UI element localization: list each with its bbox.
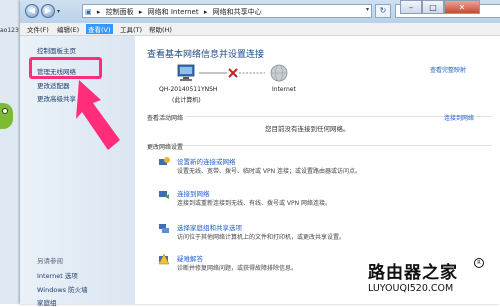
watermark-url: LUYOUQI520.COM bbox=[368, 283, 454, 294]
homegroup-icon bbox=[159, 224, 169, 233]
refresh-icon[interactable]: ↻ bbox=[375, 4, 391, 18]
address-bar[interactable]: ▣ ▸ 控制面板 ▸ 网络和 Internet ▸ 网络和共享中心 ▾ bbox=[82, 4, 372, 18]
computer-icon bbox=[177, 64, 195, 81]
change-settings-title: 更改网络设置 bbox=[147, 144, 184, 151]
address-dropdown-icon[interactable]: ▾ bbox=[366, 6, 369, 13]
registered-mark: R bbox=[474, 258, 484, 268]
task-homegroup-desc: 访问位于其他网络计算机上的文件和打印机，或更改共享设置。 bbox=[177, 234, 346, 241]
breadcrumb-network[interactable]: 网络和 Internet bbox=[148, 8, 199, 16]
sidebar-item-internet-options[interactable]: Internet 选项 bbox=[37, 270, 78, 280]
breadcrumb-sep: ▸ bbox=[96, 8, 101, 16]
watermark-text: 路由器之家 bbox=[368, 263, 458, 283]
forward-icon[interactable]: ▶ bbox=[41, 4, 55, 18]
divider bbox=[147, 116, 492, 117]
computer-name: QH-20140511YNSH bbox=[159, 86, 218, 93]
divider bbox=[147, 145, 492, 146]
computer-sub: (此计算机) bbox=[172, 97, 201, 104]
breadcrumb-sep: ▸ bbox=[203, 8, 208, 16]
control-panel-folder-icon: ▣ bbox=[85, 8, 92, 16]
menu-help[interactable]: 帮助(H) bbox=[149, 24, 172, 34]
menu-view[interactable]: 查看(V) bbox=[86, 24, 113, 34]
task-connect-desc: 连接到或重新连接到无线、有线、拨号或 VPN 网络连接。 bbox=[177, 200, 332, 207]
active-networks-title: 查看活动网络 bbox=[147, 113, 187, 122]
page-title: 查看基本网络信息并设置连接 bbox=[147, 50, 265, 60]
task-new-connection-desc: 设置无线、宽带、拨号、临时或 VPN 连接；或设置路由器或访问点。 bbox=[177, 168, 362, 175]
disconnected-x-icon bbox=[228, 68, 238, 78]
sidebar-see-also: 另请参阅 bbox=[37, 257, 63, 265]
menu-file[interactable]: 文件(F) bbox=[27, 24, 49, 34]
task-troubleshoot-link[interactable]: 疑难解答 bbox=[177, 253, 203, 263]
sidebar-item-control-panel-home[interactable]: 控制面板主页 bbox=[37, 45, 76, 55]
menu-bar: 文件(F) 编辑(E) 查看(V) 工具(T) 帮助(H) bbox=[20, 23, 500, 36]
task-connect-link[interactable]: 连接到网络 bbox=[177, 188, 210, 198]
troubleshoot-icon bbox=[158, 253, 170, 265]
menu-edit[interactable]: 编辑(E) bbox=[57, 24, 79, 34]
highlight-box bbox=[29, 57, 102, 79]
connect-to-network-link[interactable]: 连接到网络 bbox=[444, 113, 474, 122]
menu-tools[interactable]: 工具(T) bbox=[120, 24, 142, 34]
minimize-icon[interactable]: – bbox=[400, 0, 422, 14]
history-dropdown-icon[interactable]: ▾ bbox=[57, 8, 60, 15]
maximize-icon[interactable]: □ bbox=[422, 0, 444, 14]
internet-label: Internet bbox=[272, 86, 296, 93]
new-connection-icon bbox=[159, 157, 170, 165]
breadcrumb-control-panel[interactable]: 控制面板 bbox=[106, 8, 134, 16]
task-troubleshoot-desc: 诊断并修复网络问题，或获得故障排除信息。 bbox=[177, 265, 298, 272]
frog-eye-icon bbox=[2, 108, 8, 114]
task-homegroup-link[interactable]: 选择家庭组和共享选项 bbox=[177, 222, 242, 232]
back-icon[interactable]: ◀ bbox=[25, 4, 39, 18]
desktop-label: ao123 bbox=[0, 27, 19, 34]
no-connection-text: 您目前没有连接到任何网络。 bbox=[265, 125, 350, 133]
desktop-background bbox=[0, 0, 20, 304]
sidebar-item-advanced-sharing[interactable]: 更改高级共享 bbox=[37, 93, 76, 103]
sidebar-item-adapter-settings[interactable]: 更改适配器 bbox=[37, 80, 70, 90]
full-map-link[interactable]: 查看完整映射 bbox=[430, 65, 466, 74]
breadcrumb: ▣ ▸ 控制面板 ▸ 网络和 Internet ▸ 网络和共享中心 bbox=[85, 7, 265, 17]
breadcrumb-sep: ▸ bbox=[138, 8, 143, 16]
sidebar-item-homegroup[interactable]: 家庭组 bbox=[37, 297, 57, 307]
sidebar-item-firewall[interactable]: Windows 防火墙 bbox=[37, 284, 88, 294]
breadcrumb-sharing-center[interactable]: 网络和共享中心 bbox=[213, 8, 262, 16]
connect-network-icon bbox=[159, 191, 169, 199]
task-new-connection-link[interactable]: 设置新的连接或网络 bbox=[177, 156, 236, 166]
internet-globe-icon bbox=[270, 64, 288, 82]
network-diagram bbox=[177, 64, 288, 82]
close-icon[interactable]: ✕ bbox=[444, 0, 480, 14]
